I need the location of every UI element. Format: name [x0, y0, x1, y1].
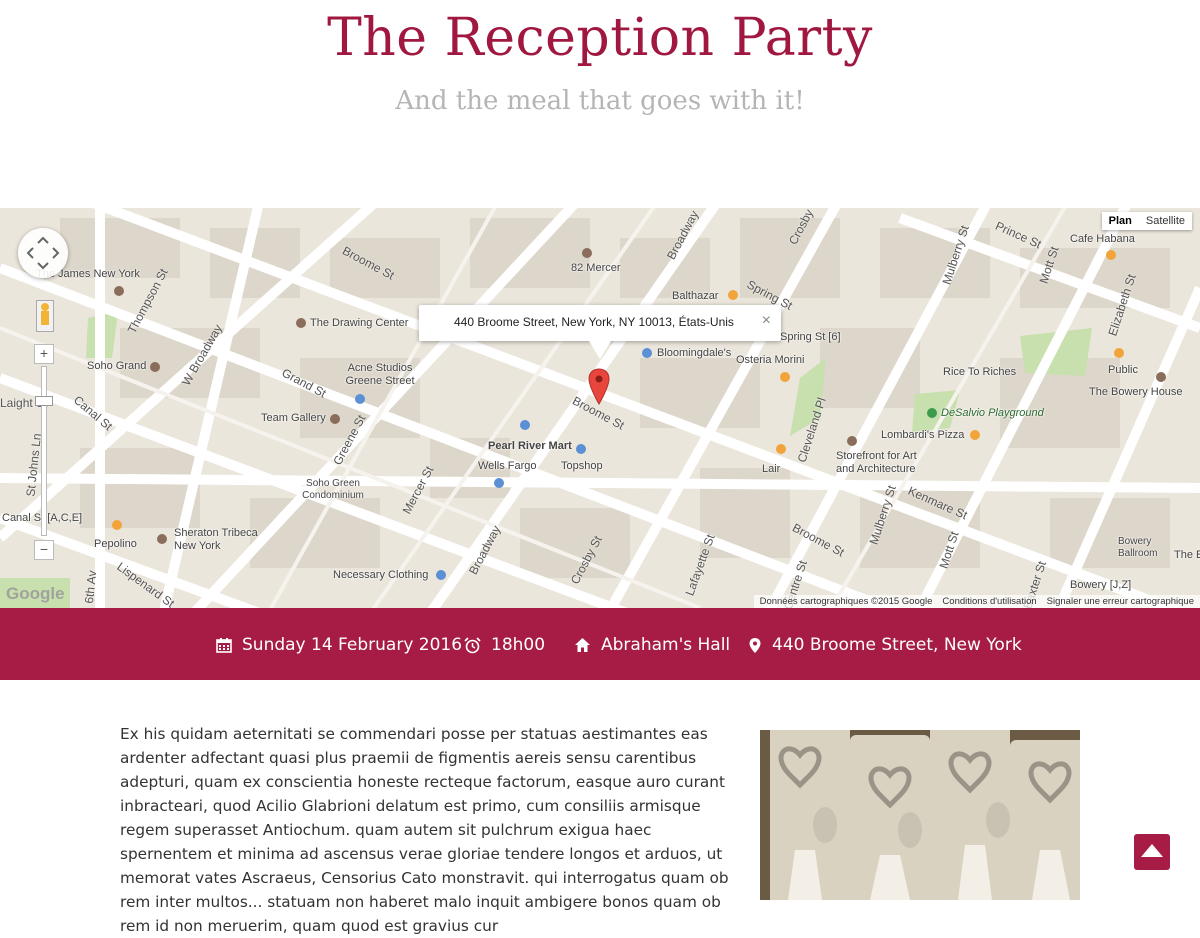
place-label[interactable]: Topshop [561, 460, 603, 472]
page-subtitle: And the meal that goes with it! [395, 86, 805, 116]
event-address-text: 440 Broome Street, New York [772, 635, 1022, 655]
place-label[interactable]: Public [1108, 364, 1138, 376]
poi-icon [330, 414, 340, 424]
info-window-tail [589, 341, 611, 359]
hotel-icon [150, 362, 160, 372]
place-label[interactable]: Soho Grand [87, 360, 146, 372]
google-logo[interactable]: Google [6, 584, 65, 604]
place-label[interactable]: Necessary Clothing [333, 569, 428, 581]
restaurant-icon [776, 444, 786, 454]
shop-icon [520, 420, 530, 430]
zoom-slider-thumb[interactable] [35, 396, 53, 406]
hotel-icon [114, 286, 124, 296]
back-to-top-button[interactable] [1134, 834, 1170, 870]
place-label[interactable]: Soho Green Condominium [298, 478, 368, 502]
restaurant-icon [780, 372, 790, 382]
terms-link[interactable]: Conditions d'utilisation [942, 596, 1036, 607]
zoom-control: + − [34, 344, 54, 564]
place-label[interactable]: DeSalvio Playground [941, 407, 1044, 419]
place-label[interactable]: Bowery Ballroom [1118, 536, 1178, 560]
place-label[interactable]: The Drawing Center [310, 317, 408, 329]
bank-icon [494, 478, 504, 488]
shop-icon [436, 570, 446, 580]
event-description: Ex his quidam aeternitati se commendari … [120, 722, 740, 938]
favor-photo [760, 730, 1080, 900]
place-label[interactable]: Team Gallery [261, 412, 326, 424]
map-marker-icon[interactable] [588, 368, 610, 411]
place-label[interactable]: Bloomingdale's [657, 347, 731, 359]
place-label[interactable]: Bowery [J,Z] [1070, 579, 1131, 591]
place-label[interactable]: Cafe Habana [1070, 233, 1135, 245]
page-header: The Reception Party And the meal that go… [0, 0, 1200, 208]
poi-icon [296, 318, 306, 328]
shop-icon [355, 394, 365, 404]
place-label[interactable]: Pepolino [94, 538, 137, 550]
place-label[interactable]: 82 Mercer [571, 262, 621, 274]
poi-icon [582, 248, 592, 258]
street-view-pegman-icon[interactable] [36, 300, 54, 332]
place-label[interactable]: Sheraton Tribeca New York [174, 527, 274, 553]
hotel-icon [1156, 372, 1166, 382]
description-paragraph: Ex his quidam aeternitati se commendari … [120, 725, 729, 935]
zoom-slider[interactable] [41, 366, 47, 536]
map-pin-icon [749, 637, 761, 653]
event-address: 440 Broome Street, New York [748, 635, 1022, 655]
place-label[interactable]: The Bowery House [1089, 386, 1183, 398]
pan-arrows-icon [26, 236, 60, 270]
restaurant-icon [728, 290, 738, 300]
info-window-address: 440 Broome Street, New York, NY 10013, É… [454, 315, 734, 329]
map-info-window: 440 Broome Street, New York, NY 10013, É… [419, 305, 781, 359]
heart-keychain-favors-image [760, 730, 1080, 900]
info-window-close-button[interactable]: × [762, 312, 771, 330]
google-map[interactable]: Broome St Broome St Broome St Grand St W… [0, 208, 1200, 608]
report-error-link[interactable]: Signaler une erreur cartographique [1047, 596, 1194, 607]
event-time: 18h00 [464, 635, 545, 655]
map-data-credit: Données cartographiques ©2015 Google [759, 596, 933, 607]
place-label[interactable]: Lombardi's Pizza [881, 429, 964, 441]
map-type-control: Plan Satellite [1101, 212, 1192, 230]
park-icon [927, 408, 937, 418]
place-label[interactable]: Pearl River Mart [488, 440, 572, 452]
event-venue: Abraham's Hall [574, 635, 730, 655]
map-credits: Données cartographiques ©2015 Google Con… [753, 595, 1200, 608]
map-type-satellite-button[interactable]: Satellite [1139, 212, 1192, 230]
place-label[interactable]: Lair [762, 463, 780, 475]
restaurant-icon [1114, 348, 1124, 358]
event-info-bar: Sunday 14 February 2016 18h00 Abraham's … [0, 608, 1200, 680]
poi-icon [847, 436, 857, 446]
event-date: Sunday 14 February 2016 [216, 635, 462, 655]
restaurant-icon [1106, 250, 1116, 260]
restaurant-icon [112, 520, 122, 530]
place-label[interactable]: Osteria Morini [736, 354, 804, 366]
restaurant-icon [970, 430, 980, 440]
place-label[interactable]: Balthazar [672, 290, 718, 302]
alarm-clock-icon [464, 636, 481, 653]
pan-control[interactable] [18, 228, 68, 278]
shop-icon [642, 348, 652, 358]
place-label[interactable]: Storefront for Art and Architecture [836, 450, 936, 476]
home-icon [575, 638, 590, 652]
arrow-up-icon [1141, 844, 1163, 857]
page-title: The Reception Party [327, 8, 873, 68]
event-date-text: Sunday 14 February 2016 [242, 635, 463, 655]
map-type-plan-button[interactable]: Plan [1102, 212, 1139, 230]
place-label[interactable]: Wells Fargo [478, 460, 536, 472]
hotel-icon [157, 534, 167, 544]
zoom-out-button[interactable]: − [34, 540, 54, 560]
event-time-text: 18h00 [491, 635, 546, 655]
place-label[interactable]: Spring St [6] [780, 331, 841, 343]
place-label[interactable]: The E [1174, 549, 1200, 561]
zoom-in-button[interactable]: + [34, 344, 54, 364]
shop-icon [576, 444, 586, 454]
place-label[interactable]: Rice To Riches [943, 366, 1016, 378]
calendar-icon [216, 638, 232, 653]
event-venue-text: Abraham's Hall [601, 635, 731, 655]
place-label[interactable]: Acne Studios Greene Street [340, 362, 420, 388]
